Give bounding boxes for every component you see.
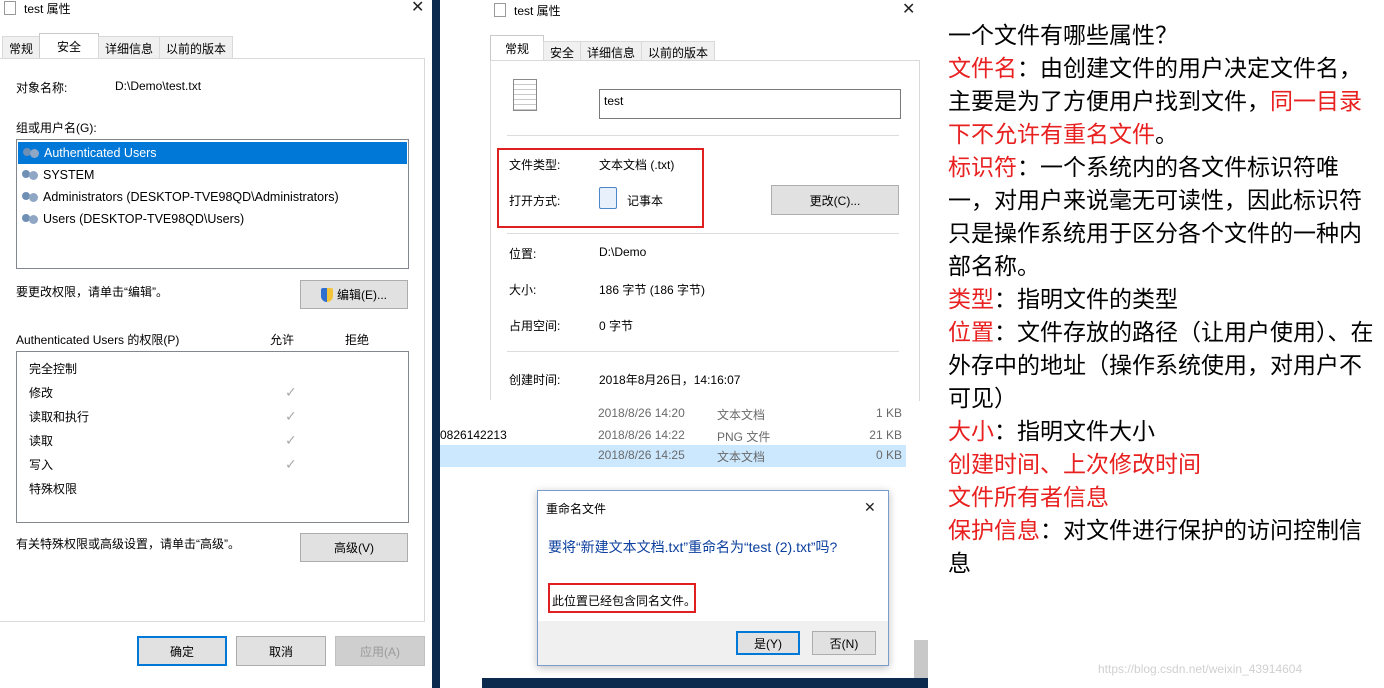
tab-security[interactable]: 安全 xyxy=(39,33,100,59)
disk-size-value: 0 字节 xyxy=(599,319,634,333)
cancel-button[interactable]: 取消 xyxy=(236,636,326,666)
note-location: 位置：文件存放的路径（让用户使用）、在外存中的地址（操作系统使用，对用户不可见） xyxy=(948,320,1374,412)
allow-header: 允许 xyxy=(270,333,295,347)
users-group-icon xyxy=(21,168,41,182)
group-users-label: 组或用户名(G): xyxy=(16,121,97,135)
close-icon[interactable]: ✕ xyxy=(411,0,424,16)
window-title: test 属性 xyxy=(24,1,71,16)
advanced-hint: 有关特殊权限或高级设置，请单击“高级”。 xyxy=(16,537,240,551)
tab-security[interactable]: 安全 xyxy=(543,41,582,62)
close-icon[interactable]: ✕ xyxy=(902,2,915,18)
note-type: 类型：指明文件的类型 xyxy=(948,287,1178,313)
apply-button[interactable]: 应用(A) xyxy=(335,636,425,666)
users-group-icon xyxy=(22,146,42,160)
list-item[interactable]: 0826142213 2018/8/26 14:22 PNG 文件 21 KB xyxy=(440,426,910,446)
check-icon: ✓ xyxy=(285,455,297,472)
properties-window-general: test 属性 ✕ 常规 安全 详细信息 以前的版本 test 文件类型: 文本… xyxy=(482,0,926,401)
file-list: 2018/8/26 14:20 文本文档 1 KB 0826142213 201… xyxy=(440,400,914,470)
separator xyxy=(507,351,899,352)
window-titlebar[interactable]: test 属性 xyxy=(4,0,424,18)
security-panel: 对象名称: D:\Demo\test.txt 组或用户名(G): Authent… xyxy=(0,58,425,622)
permission-row: 读取和执行 ✓ xyxy=(29,407,297,424)
properties-window-security: test 属性 ✕ 常规 安全 详细信息 以前的版本 对象名称: D:\Demo… xyxy=(0,0,432,688)
tab-previous-versions[interactable]: 以前的版本 xyxy=(159,36,234,59)
created-value: 2018年8月26日，14:16:07 xyxy=(599,373,741,387)
edit-button[interactable]: 编辑(E)... xyxy=(300,280,408,309)
list-item[interactable]: 2018/8/26 14:20 文本文档 1 KB xyxy=(480,404,910,424)
notes-heading: 一个文件有哪些属性？ xyxy=(948,23,1178,49)
object-name-label: 对象名称: xyxy=(16,81,68,95)
note-identifier: 标识符：一个系统内的各文件标识符唯一，对用户来说毫无可读性，因此标识符只是操作系… xyxy=(948,155,1362,280)
user-item-system[interactable]: SYSTEM xyxy=(17,164,408,186)
change-permissions-hint: 要更改权限，请单击“编辑”。 xyxy=(16,285,168,299)
open-with-value: 记事本 xyxy=(627,194,664,208)
note-filename: 文件名：由创建文件的用户决定文件名，主要是为了方便用户找到文件，同一目录下不允许… xyxy=(948,56,1362,148)
window-title: test 属性 xyxy=(514,3,561,18)
file-type-value: 文本文档 (.txt) xyxy=(599,158,675,172)
dialog-title: 重命名文件 xyxy=(546,502,607,516)
filename-input[interactable]: test xyxy=(599,89,901,119)
permissions-header: Authenticated Users 的权限(P) xyxy=(16,333,180,347)
size-label: 大小: xyxy=(509,283,537,297)
check-icon: ✓ xyxy=(285,431,297,448)
object-name-value: D:\Demo\test.txt xyxy=(115,79,202,93)
size-value: 186 字节 (186 字节) xyxy=(599,283,706,297)
advanced-button[interactable]: 高级(V) xyxy=(300,533,408,562)
check-icon: ✓ xyxy=(285,383,297,400)
notes-panel: 一个文件有哪些属性？ 文件名：由创建文件的用户决定文件名，主要是为了方便用户找到… xyxy=(948,20,1374,581)
disk-size-label: 占用空间: xyxy=(509,319,561,333)
users-listbox[interactable]: Authenticated Users SYSTEM Administrator… xyxy=(16,139,409,269)
note-protection: 保护信息：对文件进行保护的访问控制信息 xyxy=(948,518,1362,577)
permission-row: 完全控制 xyxy=(29,361,78,376)
permission-row: 修改 ✓ xyxy=(29,383,297,400)
yes-button[interactable]: 是(Y) xyxy=(736,631,800,655)
user-item-administrators[interactable]: Administrators (DESKTOP-TVE98QD\Administ… xyxy=(17,186,408,208)
tab-previous-versions[interactable]: 以前的版本 xyxy=(641,41,716,62)
watermark: https://blog.csdn.net/weixin_43914604 xyxy=(1098,662,1303,676)
permission-row: 读取 ✓ xyxy=(29,431,297,448)
window-titlebar[interactable]: test 属性 xyxy=(494,0,561,20)
user-item-users[interactable]: Users (DESKTOP-TVE98QD\Users) xyxy=(17,208,408,230)
shield-icon xyxy=(321,287,333,302)
ok-button[interactable]: 确定 xyxy=(137,636,227,666)
list-item-selected[interactable]: 2018/8/26 14:25 文本文档 0 KB xyxy=(440,445,906,467)
deny-header: 拒绝 xyxy=(345,333,370,347)
tab-details[interactable]: 详细信息 xyxy=(98,36,161,59)
notepad-icon xyxy=(599,187,617,209)
tab-general[interactable]: 常规 xyxy=(2,36,41,59)
rename-warning: 此位置已经包含同名文件。 xyxy=(552,594,697,608)
created-label: 创建时间: xyxy=(509,373,561,387)
rename-question: 要将“新建文本文档.txt”重命名为“test (2).txt”吗? xyxy=(548,539,838,555)
tab-bar: 常规 安全 详细信息 以前的版本 xyxy=(2,33,234,59)
file-type-label: 文件类型: xyxy=(509,158,561,172)
desktop-edge xyxy=(432,0,440,688)
rename-dialog: 重命名文件 ✕ 要将“新建文本文档.txt”重命名为“test (2).txt”… xyxy=(537,490,889,666)
users-group-icon xyxy=(21,212,41,226)
tab-general[interactable]: 常规 xyxy=(490,35,544,61)
open-with-label: 打开方式: xyxy=(509,194,561,208)
document-icon xyxy=(494,3,506,17)
general-panel: test 文件类型: 文本文档 (.txt) 打开方式: 记事本 更改(C)..… xyxy=(490,60,920,401)
separator xyxy=(507,135,899,136)
location-value: D:\Demo xyxy=(599,245,647,259)
note-time: 创建时间、上次修改时间 xyxy=(948,452,1201,478)
separator xyxy=(507,233,899,234)
permission-row: 特殊权限 xyxy=(29,481,78,496)
check-icon: ✓ xyxy=(285,407,297,424)
user-item-authenticated[interactable]: Authenticated Users xyxy=(18,142,407,164)
note-size: 大小：指明文件大小 xyxy=(948,419,1155,445)
no-button[interactable]: 否(N) xyxy=(812,631,876,655)
file-icon xyxy=(513,79,537,111)
change-button[interactable]: 更改(C)... xyxy=(771,185,899,215)
location-label: 位置: xyxy=(509,247,537,261)
close-icon[interactable]: ✕ xyxy=(864,499,876,515)
document-icon xyxy=(4,1,16,15)
desktop-edge xyxy=(482,678,928,688)
tab-bar: 常规 安全 详细信息 以前的版本 xyxy=(490,35,716,62)
note-owner: 文件所有者信息 xyxy=(948,485,1109,511)
tab-details[interactable]: 详细信息 xyxy=(580,41,643,62)
users-group-icon xyxy=(21,190,41,204)
permission-row: 写入 ✓ xyxy=(29,455,297,472)
permissions-list: 完全控制 修改 ✓ 读取和执行 ✓ 读取 ✓ 写入 ✓ 特殊权限 xyxy=(16,351,409,523)
